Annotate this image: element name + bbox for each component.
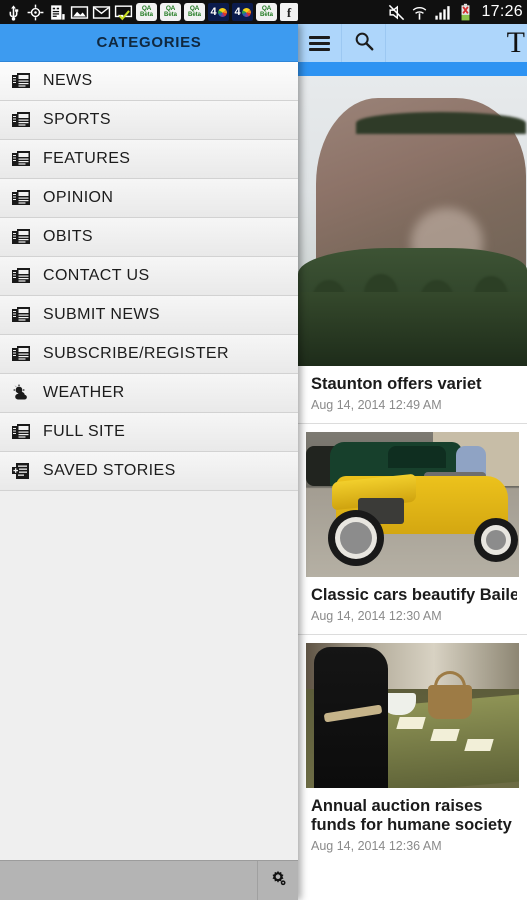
sidebar-item-contact-us[interactable]: CONTACT US [0, 257, 298, 296]
newspaper-icon [11, 344, 31, 364]
sidebar-item-sports[interactable]: SPORTS [0, 101, 298, 140]
sidebar-item-label: SAVED STORIES [43, 462, 176, 479]
article-headline: Classic cars beautify Bailey [311, 586, 517, 604]
page-title: CATEGORIES [96, 34, 202, 51]
phone-screen: QA Beta QA Beta QA Beta 4 4 QA Beta f 17:26 [0, 0, 527, 900]
settings-gear-icon [267, 867, 289, 894]
sidebar-item-label: WEATHER [43, 384, 125, 401]
newspaper-icon [11, 266, 31, 286]
app-masthead: T [506, 26, 525, 59]
sidebar-item-subscribe-register[interactable]: SUBSCRIBE/REGISTER [0, 335, 298, 374]
sidebar-item-label: SUBSCRIBE/REGISTER [43, 345, 229, 362]
article-timestamp: Aug 14, 2014 12:49 AM [311, 398, 442, 412]
nbc4-badge: 4 [232, 3, 253, 21]
newspaper-icon [11, 422, 31, 442]
sun-cloud-icon [11, 383, 31, 403]
article-timestamp: Aug 14, 2014 12:36 AM [311, 839, 442, 853]
sidebar-item-label: OPINION [43, 189, 114, 206]
sidebar-item-label: FULL SITE [43, 423, 126, 440]
newspaper-icon [11, 188, 31, 208]
qa-beta-badge: QA Beta [256, 3, 277, 21]
status-bar-right-icons: 17:26 [387, 3, 523, 22]
status-bar: QA Beta QA Beta QA Beta 4 4 QA Beta f 17:26 [0, 0, 527, 24]
newspaper-icon [11, 71, 31, 91]
article-feed: Staunton offers variet Aug 14, 2014 12:4… [298, 76, 527, 900]
peacock-icon [217, 7, 227, 17]
app-toolbar: T [298, 24, 527, 62]
sidebar-item-submit-news[interactable]: SUBMIT NEWS [0, 296, 298, 335]
sidebar-item-weather[interactable]: WEATHER [0, 374, 298, 413]
gmail-icon [92, 3, 111, 22]
list-item[interactable]: Classic cars beautify Bailey Aug 14, 201… [298, 423, 527, 634]
sidebar-item-obits[interactable]: OBITS [0, 218, 298, 257]
status-bar-clock: 17:26 [481, 3, 523, 20]
auction-table-photo [306, 643, 519, 788]
usb-icon [4, 3, 23, 22]
screenshot-icon [70, 3, 89, 22]
message-sent-icon [114, 3, 133, 22]
sidebar-item-label: FEATURES [43, 150, 131, 167]
hamburger-menu-icon [309, 35, 330, 51]
qa-beta-badge: QA Beta [160, 3, 181, 21]
signal-icon [433, 3, 452, 22]
list-item[interactable]: Staunton offers variet Aug 14, 2014 12:4… [298, 76, 527, 423]
system-navigation-bar [0, 860, 298, 900]
categories-drawer: CATEGORIES NEWS SPORTS FEATURES OPINION … [0, 24, 298, 900]
sidebar-item-features[interactable]: FEATURES [0, 140, 298, 179]
location-icon [26, 3, 45, 22]
search-icon [353, 30, 375, 57]
mountain-butte-photo [298, 76, 527, 366]
drawer-menu-list: NEWS SPORTS FEATURES OPINION OBITS CONTA… [0, 62, 298, 491]
nbc4-badge: 4 [208, 3, 229, 21]
yellow-hot-rod-photo [306, 432, 519, 577]
system-bar-spacer [0, 861, 258, 900]
settings-menu-button[interactable] [258, 861, 298, 900]
qa-beta-badge: QA Beta [184, 3, 205, 21]
article-headline: Staunton offers variet [311, 375, 482, 393]
newspaper-icon [11, 149, 31, 169]
hamburger-menu-button[interactable] [298, 24, 342, 62]
battery-error-icon [456, 3, 475, 22]
save-document-icon [11, 461, 31, 481]
qa-beta-badge: QA Beta [136, 3, 157, 21]
newspaper-icon [11, 227, 31, 247]
search-button[interactable] [342, 24, 386, 62]
facebook-icon: f [280, 3, 298, 21]
article-headline: Annual auction raises funds for humane s… [311, 797, 512, 834]
sidebar-item-label: SUBMIT NEWS [43, 306, 161, 323]
newspaper-icon [11, 305, 31, 325]
wifi-icon [410, 3, 429, 22]
peacock-icon [241, 7, 251, 17]
sidebar-item-saved-stories[interactable]: SAVED STORIES [0, 452, 298, 491]
mute-icon [387, 3, 406, 22]
status-bar-left-icons: QA Beta QA Beta QA Beta 4 4 QA Beta f [4, 3, 387, 22]
sidebar-item-full-site[interactable]: FULL SITE [0, 413, 298, 452]
sidebar-item-news[interactable]: NEWS [0, 62, 298, 101]
drawer-header: CATEGORIES [0, 24, 298, 62]
sidebar-item-label: OBITS [43, 228, 94, 245]
newspaper-icon [11, 110, 31, 130]
sidebar-item-opinion[interactable]: OPINION [0, 179, 298, 218]
article-list-pane: T Staunton offers variet Aug 14, 2014 12… [298, 24, 527, 900]
article-timestamp: Aug 14, 2014 12:30 AM [311, 609, 442, 623]
sd-card-icon [48, 3, 67, 22]
toolbar-accent-rule [298, 62, 527, 76]
list-item[interactable]: Annual auction raises funds for humane s… [298, 634, 527, 864]
sidebar-item-label: NEWS [43, 72, 93, 89]
sidebar-item-label: CONTACT US [43, 267, 150, 284]
sidebar-item-label: SPORTS [43, 111, 111, 128]
